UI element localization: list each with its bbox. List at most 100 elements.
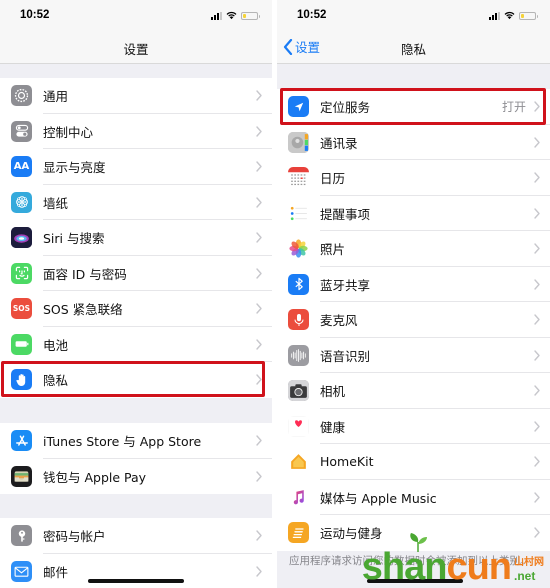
waveform-icon — [288, 344, 309, 366]
settings-row[interactable]: 蓝牙共享 — [277, 266, 550, 302]
row-label: 面容 ID 与密码 — [43, 266, 127, 282]
settings-row[interactable]: 钱包与 Apple Pay — [0, 458, 272, 494]
status-bar: 10:52 — [277, 0, 550, 30]
reminders-icon — [288, 202, 309, 224]
watermark-logo: shan cun 山村网 .net — [362, 533, 544, 586]
sos-icon: SOS — [11, 298, 32, 320]
chevron-right-icon — [534, 243, 540, 254]
settings-row[interactable]: 通讯录 — [277, 124, 550, 160]
settings-row[interactable]: 照片 — [277, 231, 550, 267]
row-label: 提醒事项 — [320, 206, 371, 222]
battery-icon — [241, 11, 260, 20]
settings-row[interactable]: AA 显示与亮度 — [0, 149, 272, 185]
chevron-right-icon — [534, 349, 540, 361]
contacts-icon — [288, 131, 309, 153]
row-label: 健康 — [320, 419, 346, 435]
home-indicator[interactable] — [88, 579, 184, 583]
app-store-icon — [11, 430, 32, 452]
page-title: 隐私 — [400, 42, 426, 57]
icon-text: SOS — [12, 304, 31, 314]
settings-row[interactable]: 日历 — [277, 160, 550, 196]
text-size-icon: AA — [11, 156, 32, 178]
status-bar: 10:52 — [0, 0, 272, 30]
chevron-right-icon — [256, 267, 262, 279]
settings-row[interactable]: 通用 — [0, 78, 272, 114]
battery-icon — [519, 11, 538, 20]
settings-row[interactable]: 麦克风 — [277, 302, 550, 338]
row-label: 隐私 — [43, 373, 69, 389]
battery-icon — [11, 333, 32, 355]
watermark-shan: shan — [362, 533, 447, 586]
settings-row[interactable]: 提醒事项 — [277, 195, 550, 231]
music-note-icon — [288, 486, 309, 508]
row-label: Siri 与搜索 — [43, 231, 105, 247]
bluetooth-icon — [288, 273, 309, 295]
wifi-icon — [226, 11, 237, 20]
settings-row[interactable]: 相机 — [277, 373, 550, 409]
settings-row[interactable]: iTunes Store 与 App Store — [0, 423, 272, 459]
row-label: 墙纸 — [43, 195, 69, 211]
watermark-net: .net — [514, 569, 536, 583]
flower-icon — [11, 191, 32, 213]
fitness-icon — [288, 522, 309, 544]
chevron-right-icon — [256, 232, 262, 243]
settings-row[interactable]: HomeKit — [277, 444, 550, 480]
cellular-signal-icon — [211, 11, 222, 20]
toggles-icon — [11, 120, 32, 142]
settings-row[interactable]: 面容 ID 与密码 — [0, 255, 272, 291]
settings-group: 通用控制中心 AA 显示与亮度墙纸 Siri 与搜索面容 ID 与密码 SOS SOS 紧… — [0, 78, 272, 398]
settings-row[interactable]: 语音识别 — [277, 337, 550, 373]
settings-row[interactable]: 媒体与 Apple Music — [277, 479, 550, 515]
settings-row[interactable]: 控制中心 — [0, 113, 272, 149]
row-value: 打开 — [501, 100, 526, 115]
wallet-icon — [11, 465, 32, 487]
row-label: 运动与健身 — [320, 526, 383, 542]
chevron-right-icon — [534, 420, 540, 432]
calendar-icon — [288, 167, 309, 189]
privacy-screen: 10:52 设置 隐私 定位服务 打开 通讯录日历提醒事项照片蓝牙共享 麦克风 语音识别… — [277, 0, 550, 588]
row-label: 通用 — [43, 89, 69, 105]
chevron-right-icon — [256, 161, 262, 172]
leaf-icon — [409, 533, 427, 552]
chevron-right-icon — [534, 491, 540, 503]
row-label: 钱包与 Apple Pay — [43, 469, 147, 485]
settings-screen: 10:52 设置 通用 控制中心 AA 显示与亮度 墙纸 Siri 与搜索 面容 ID 与密… — [0, 0, 272, 588]
settings-row[interactable]: 电池 — [0, 326, 272, 362]
chevron-right-icon — [534, 314, 540, 325]
nav-bar: 设置 隐私 — [277, 30, 550, 64]
chevron-right-icon — [256, 196, 262, 208]
chevron-right-icon — [256, 303, 262, 314]
row-label: 电池 — [43, 337, 69, 353]
chevron-right-icon — [256, 374, 262, 385]
chevron-right-icon — [256, 470, 262, 482]
settings-group: 密码与帐户 邮件 — [0, 518, 272, 588]
settings-row[interactable]: 密码与帐户 — [0, 518, 272, 554]
status-time: 10:52 — [297, 9, 327, 21]
chevron-right-icon — [534, 101, 540, 112]
chevron-right-icon — [256, 90, 262, 101]
settings-row[interactable]: 定位服务 打开 — [277, 89, 550, 125]
settings-row[interactable]: SOS SOS 紧急联络 — [0, 291, 272, 327]
row-label: 照片 — [320, 242, 346, 258]
cellular-signal-icon — [489, 11, 500, 20]
location-arrow-icon — [288, 96, 309, 118]
settings-row[interactable]: 健康 — [277, 408, 550, 444]
row-label: 相机 — [320, 384, 346, 400]
chevron-right-icon — [534, 136, 540, 148]
camera-icon — [288, 380, 309, 402]
settings-row[interactable]: 墙纸 — [0, 184, 272, 220]
chevron-right-icon — [534, 172, 540, 183]
face-id-icon — [11, 262, 32, 284]
chevron-right-icon — [534, 385, 540, 396]
settings-row[interactable]: 隐私 — [0, 362, 272, 398]
row-label: 媒体与 Apple Music — [320, 490, 437, 506]
watermark-cn: 山村网 — [514, 557, 544, 568]
row-label: 控制中心 — [43, 124, 94, 140]
wifi-icon — [504, 11, 515, 20]
siri-icon — [11, 227, 32, 249]
settings-row[interactable]: Siri 与搜索 — [0, 220, 272, 256]
chevron-right-icon — [534, 527, 540, 538]
chevron-right-icon — [256, 338, 262, 350]
chevron-right-icon — [534, 278, 540, 290]
row-label: 日历 — [320, 171, 346, 187]
